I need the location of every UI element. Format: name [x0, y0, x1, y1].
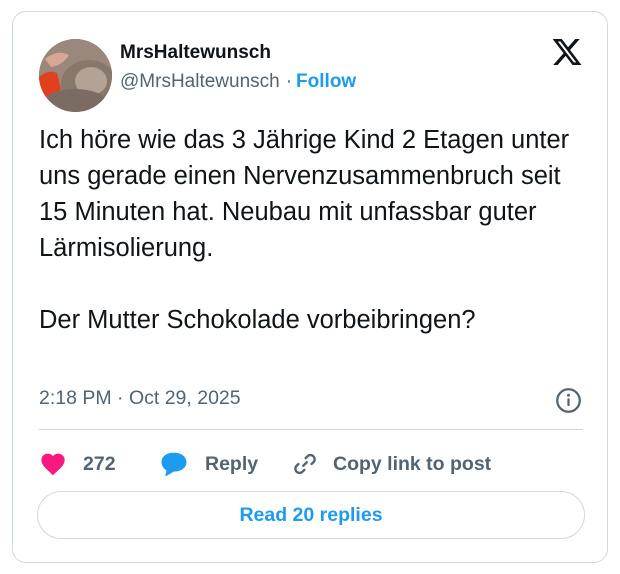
separator-dot: ·	[285, 71, 293, 92]
read-replies-label: Read 20 replies	[239, 503, 383, 526]
tweet-paragraph: Ich höre wie das 3 Jährige Kind 2 Etagen…	[39, 126, 570, 262]
author-handle-row: @MrsHaltewunsch · Follow	[120, 71, 356, 93]
follow-button[interactable]: Follow	[296, 71, 356, 92]
link-icon	[291, 450, 319, 478]
author-display-name[interactable]: MrsHaltewunsch	[120, 42, 271, 64]
tweet-timestamp[interactable]: 2:18 PM · Oct 29, 2025	[39, 387, 241, 410]
tweet-text: Ich höre wie das 3 Jährige Kind 2 Etagen…	[39, 122, 589, 338]
read-replies-button[interactable]: Read 20 replies	[37, 491, 585, 539]
speech-bubble-icon	[159, 449, 189, 479]
info-icon[interactable]	[555, 387, 582, 414]
avatar-image	[39, 39, 112, 112]
heart-icon	[39, 450, 67, 478]
tweet-card: MrsHaltewunsch @MrsHaltewunsch · Follow Ic…	[12, 11, 608, 563]
reply-label: Reply	[205, 452, 259, 475]
copy-link-label: Copy link to post	[333, 452, 492, 475]
author-handle[interactable]: @MrsHaltewunsch	[120, 71, 280, 92]
like-count: 272	[83, 452, 116, 475]
tweet-paragraph: Der Mutter Schokolade vorbeibringen?	[39, 306, 476, 334]
avatar[interactable]	[39, 39, 112, 112]
like-button[interactable]: 272	[39, 444, 116, 484]
reply-button[interactable]: Reply	[159, 444, 258, 484]
x-logo-icon[interactable]	[551, 36, 583, 68]
action-bar: 272 Reply Copy link to post	[39, 444, 599, 484]
copy-link-button[interactable]: Copy link to post	[291, 444, 491, 484]
divider	[39, 429, 583, 430]
